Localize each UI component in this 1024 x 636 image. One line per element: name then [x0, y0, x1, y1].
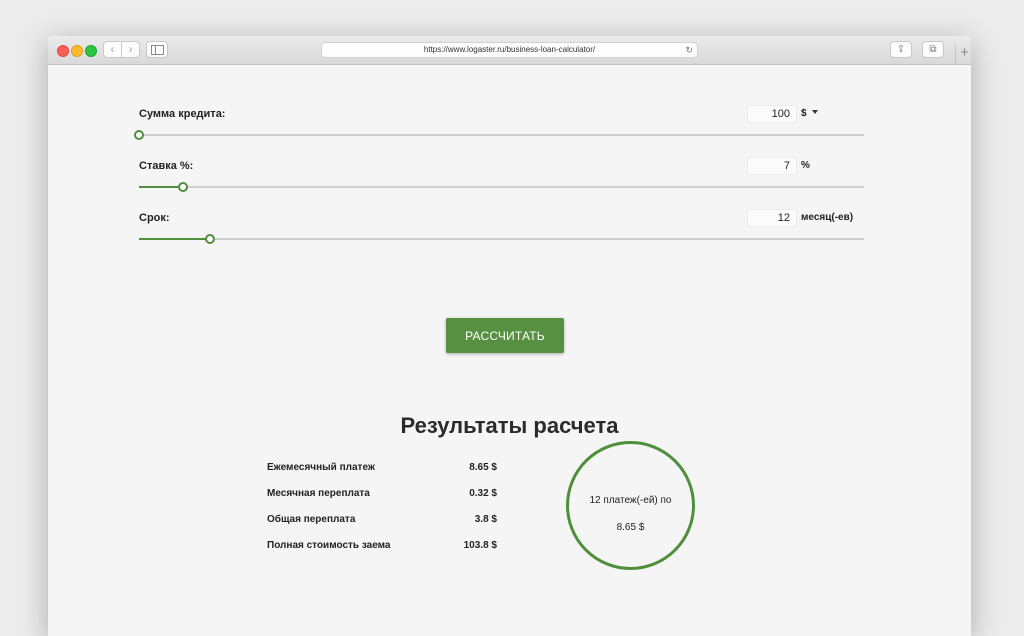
calculate-button[interactable]: РАССЧИТАТЬ [446, 318, 564, 353]
currency-value: $ [801, 108, 807, 119]
show-tabs-button[interactable]: ⧉ [922, 41, 944, 58]
amount-slider-handle[interactable] [134, 130, 144, 140]
rate-slider-fill [139, 186, 183, 188]
result-label: Ежемесячный платеж [267, 462, 375, 473]
share-button[interactable]: ⇪ [890, 41, 912, 58]
result-row-monthly-payment: Ежемесячный платеж 8.65 $ [267, 462, 497, 476]
amount-slider[interactable] [134, 130, 864, 140]
result-row-monthly-overpayment: Месячная переплата 0.32 $ [267, 488, 497, 502]
rate-unit: % [801, 160, 810, 171]
reload-icon[interactable]: ↻ [685, 43, 693, 57]
close-window-button[interactable] [57, 45, 69, 57]
result-label: Полная стоимость заема [267, 540, 391, 551]
rate-slider[interactable] [139, 182, 864, 192]
rate-label: Ставка %: [139, 160, 194, 172]
browser-toolbar: ‹ › https://www.logaster.ru/business-loa… [48, 36, 971, 65]
term-slider-handle[interactable] [205, 234, 216, 244]
result-row-total-cost: Полная стоимость заема 103.8 $ [267, 540, 497, 554]
forward-button[interactable]: › [121, 41, 140, 58]
minimize-window-button[interactable] [71, 45, 83, 57]
term-slider[interactable] [139, 234, 864, 244]
term-label: Срок: [139, 212, 170, 224]
result-value: 103.8 $ [463, 540, 497, 551]
page-content: Сумма кредита: 100 $ Ставка %: 7 % Срок:… [48, 64, 971, 636]
url-text: https://www.logaster.ru/business-loan-ca… [423, 45, 596, 54]
result-value: 8.65 $ [469, 462, 497, 473]
back-button[interactable]: ‹ [103, 41, 122, 58]
currency-select[interactable]: $ [801, 108, 818, 119]
sidebar-icon [150, 45, 164, 55]
rate-slider-handle[interactable] [177, 182, 188, 192]
result-row-total-overpayment: Общая переплата 3.8 $ [267, 514, 497, 528]
summary-count: 12 платеж(-ей) по [589, 495, 672, 506]
browser-window: ‹ › https://www.logaster.ru/business-loa… [48, 36, 971, 636]
amount-input[interactable]: 100 [747, 105, 797, 123]
term-slider-fill [139, 238, 211, 240]
sidebar-toggle-button[interactable] [146, 41, 168, 58]
amount-label: Сумма кредита: [139, 108, 226, 120]
rate-input[interactable]: 7 [747, 157, 797, 175]
chevron-down-icon [811, 110, 818, 114]
address-bar[interactable]: https://www.logaster.ru/business-loan-ca… [321, 42, 698, 58]
result-value: 3.8 $ [474, 514, 497, 525]
payment-summary-circle: 12 платеж(-ей) по 8.65 $ [566, 441, 695, 570]
new-tab-button[interactable]: + [955, 44, 971, 64]
result-label: Месячная переплата [267, 488, 370, 499]
results-title: Результаты расчета [400, 413, 619, 438]
result-label: Общая переплата [267, 514, 356, 525]
term-input[interactable]: 12 [747, 209, 797, 227]
term-unit: месяц(-ев) [801, 212, 854, 223]
summary-amount: 8.65 $ [616, 522, 645, 533]
zoom-window-button[interactable] [85, 45, 97, 57]
result-value: 0.32 $ [469, 488, 497, 499]
